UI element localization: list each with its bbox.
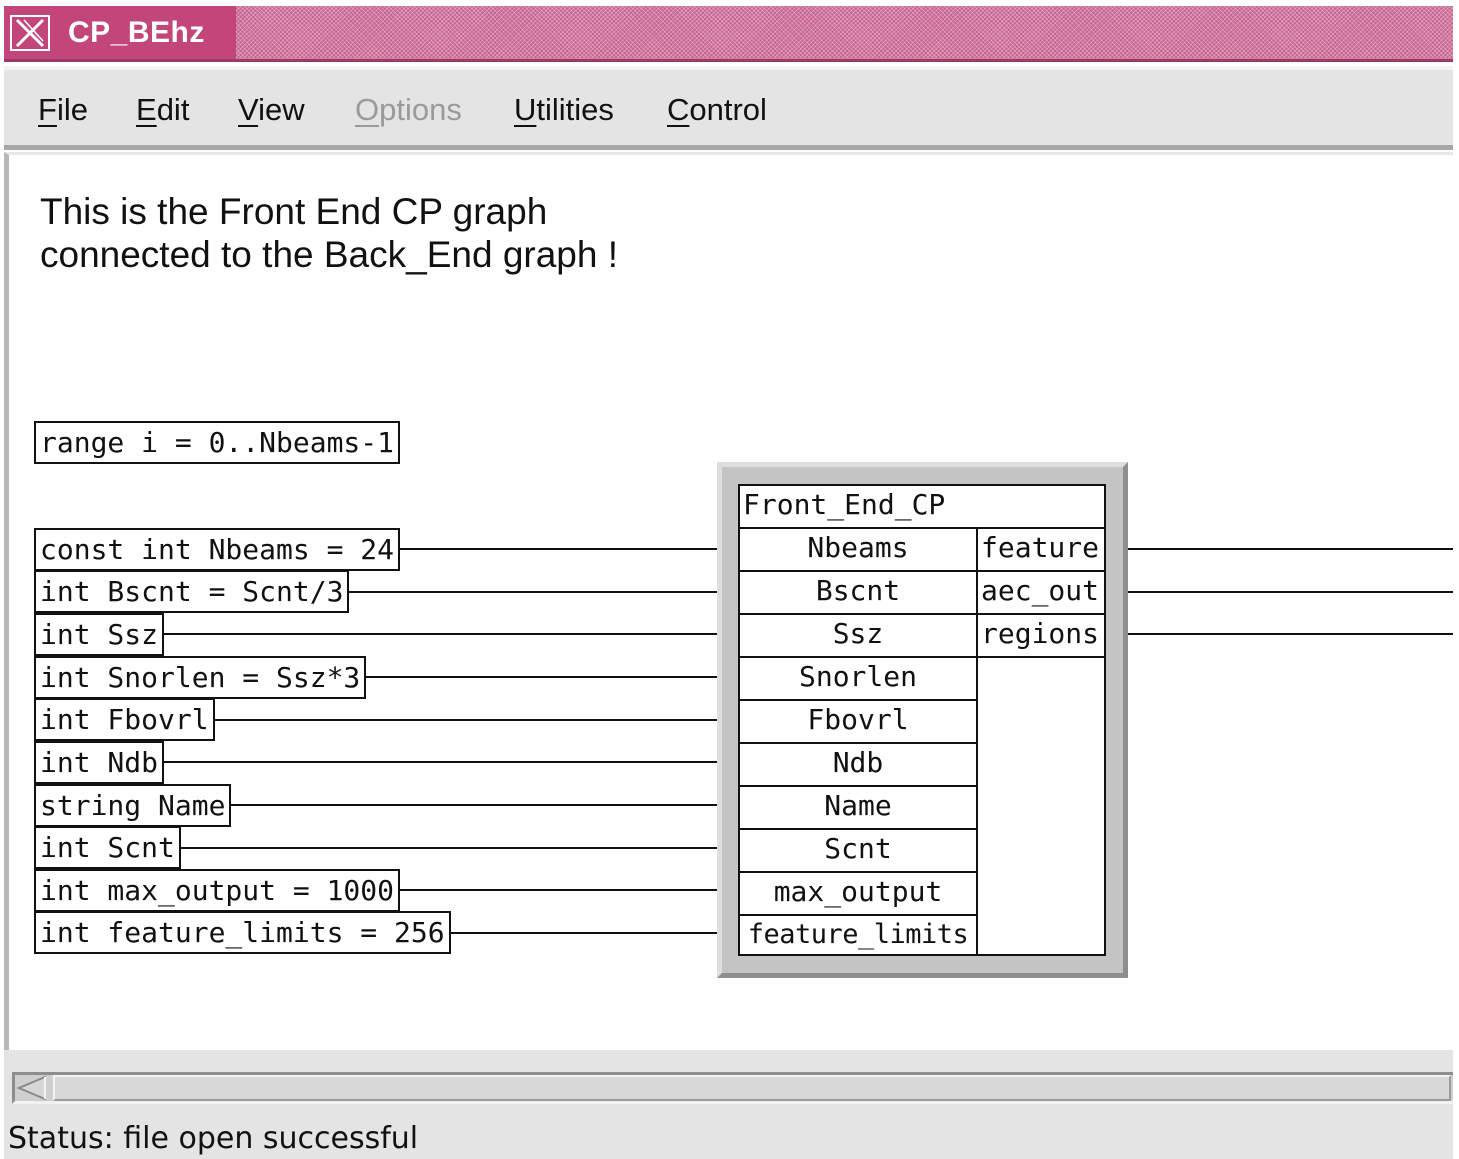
menu-utilities[interactable]: Utilities	[514, 92, 614, 128]
menu-label-rest: iew	[258, 92, 305, 127]
wire	[384, 548, 718, 550]
input-port-name[interactable]: Name	[738, 785, 978, 830]
wire	[1128, 591, 1453, 593]
input-port-nbeams[interactable]: Nbeams	[738, 527, 978, 572]
window-title: CP_BEhz	[68, 16, 205, 49]
wire	[176, 847, 718, 849]
input-port-bscnt[interactable]: Bscnt	[738, 570, 978, 615]
status-bar: Status: file open successful	[4, 1120, 1453, 1159]
comment-line: connected to the Back_End graph !	[40, 234, 619, 275]
menu-mnemonic: O	[355, 92, 380, 127]
menu-options[interactable]: Options	[355, 92, 462, 128]
scrollbar-thumb[interactable]	[53, 1075, 1451, 1101]
param-ndb[interactable]: int Ndb	[34, 741, 165, 784]
input-port-fbovrl[interactable]: Fbovrl	[738, 699, 978, 744]
wire	[160, 633, 718, 635]
menu-edit[interactable]: Edit	[136, 92, 189, 128]
title-box: CP_BEhz	[4, 6, 236, 59]
x-window-icon[interactable]	[10, 15, 50, 51]
menu-mnemonic: C	[667, 92, 690, 127]
menu-label-rest: dit	[156, 92, 190, 127]
wire	[1128, 548, 1453, 550]
menu-bar: File Edit View Options Utilities Control	[4, 66, 1453, 150]
param-ssz[interactable]: int Ssz	[34, 613, 165, 656]
menu-mnemonic: V	[238, 92, 259, 127]
param-name[interactable]: string Name	[34, 784, 232, 827]
wire	[224, 804, 718, 806]
horizontal-scrollbar-area	[4, 1050, 1453, 1120]
menu-file[interactable]: File	[38, 92, 88, 128]
wire	[384, 889, 718, 891]
param-max-output[interactable]: int max_output = 1000	[34, 869, 401, 912]
output-port-feature[interactable]: feature	[976, 527, 1106, 572]
menu-mnemonic: U	[514, 92, 537, 127]
param-nbeams[interactable]: const int Nbeams = 24	[34, 528, 401, 571]
wire	[1128, 633, 1453, 635]
title-bar[interactable]: CP_BEhz	[4, 6, 1453, 62]
param-feature-limits[interactable]: int feature_limits = 256	[34, 911, 451, 954]
menu-label-rest: ptions	[379, 92, 462, 127]
param-bscnt[interactable]: int Bscnt = Scnt/3	[34, 570, 350, 613]
wire	[336, 591, 718, 593]
input-port-ssz[interactable]: Ssz	[738, 613, 978, 658]
wire	[208, 719, 718, 721]
wire	[160, 761, 718, 763]
wire	[432, 932, 718, 934]
input-port-max-output[interactable]: max_output	[738, 871, 978, 916]
param-fbovrl[interactable]: int Fbovrl	[34, 698, 215, 741]
status-text: Status: file open successful	[8, 1121, 419, 1156]
input-port-feature-limits[interactable]: feature_limits	[738, 914, 978, 956]
param-scnt[interactable]: int Scnt	[34, 826, 181, 869]
menu-mnemonic: E	[136, 92, 157, 127]
menu-control[interactable]: Control	[667, 92, 767, 128]
comment-line: This is the Front End CP graph	[40, 191, 548, 232]
menu-view[interactable]: View	[238, 92, 305, 128]
input-port-snorlen[interactable]: Snorlen	[738, 656, 978, 701]
range-declaration[interactable]: range i = 0..Nbeams-1	[34, 421, 401, 464]
block-title: Front_End_CP	[738, 484, 1106, 529]
graph-comment[interactable]: This is the Front End CP graph connected…	[40, 190, 618, 276]
menu-label-rest: ontrol	[689, 92, 767, 127]
input-port-scnt[interactable]: Scnt	[738, 828, 978, 873]
scroll-left-arrow-icon[interactable]	[15, 1075, 49, 1101]
output-port-empty-area	[976, 656, 1106, 956]
output-port-regions[interactable]: regions	[976, 613, 1106, 658]
menu-label-rest: tilities	[536, 92, 614, 127]
menu-label-rest: ile	[56, 92, 88, 127]
param-snorlen[interactable]: int Snorlen = Ssz*3	[34, 656, 367, 699]
wire	[352, 676, 718, 678]
output-port-aec-out[interactable]: aec_out	[976, 570, 1106, 615]
menu-mnemonic: F	[38, 92, 57, 127]
input-port-ndb[interactable]: Ndb	[738, 742, 978, 787]
horizontal-scrollbar[interactable]	[12, 1072, 1453, 1104]
